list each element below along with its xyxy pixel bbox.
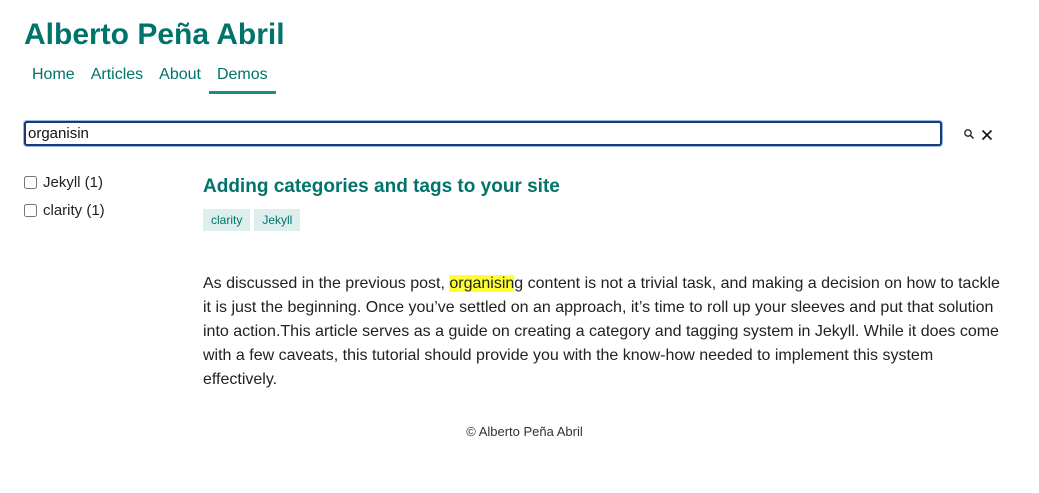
search-result-article: Adding categories and tags to your site … (203, 174, 1003, 408)
filter-jekyll-label: Jekyll (1) (43, 173, 104, 191)
tag-filter-list: Jekyll (1) clarity (1) (24, 168, 105, 224)
filter-clarity-label: clarity (1) (43, 201, 105, 219)
search-highlight: organisin (449, 275, 515, 292)
tag-clarity[interactable]: clarity (203, 209, 251, 231)
close-icon[interactable] (981, 129, 993, 141)
nav-demos[interactable]: Demos (208, 63, 276, 94)
filter-clarity[interactable]: clarity (1) (24, 196, 105, 224)
footer-copyright: © Alberto Peña Abril (466, 424, 583, 439)
search-input[interactable] (24, 121, 942, 146)
filter-jekyll-checkbox[interactable] (24, 175, 37, 189)
nav-articles[interactable]: Articles (83, 63, 151, 94)
site-title[interactable]: Alberto Peña Abril (24, 14, 285, 56)
nav-about[interactable]: About (151, 63, 209, 94)
nav-home[interactable]: Home (24, 63, 83, 94)
tag-jekyll[interactable]: Jekyll (254, 209, 301, 231)
article-excerpt: As discussed in the previous post, organ… (203, 272, 1003, 392)
article-title[interactable]: Adding categories and tags to your site (203, 174, 1003, 200)
filter-clarity-checkbox[interactable] (24, 203, 37, 217)
footer: © Alberto Peña Abril (0, 424, 1039, 439)
article-tags: clarity Jekyll (203, 209, 1003, 231)
filter-jekyll[interactable]: Jekyll (1) (24, 168, 105, 196)
excerpt-before: As discussed in the previous post, (203, 275, 450, 292)
search-icon[interactable] (963, 128, 975, 140)
main-nav: Home Articles About Demos (24, 63, 276, 94)
